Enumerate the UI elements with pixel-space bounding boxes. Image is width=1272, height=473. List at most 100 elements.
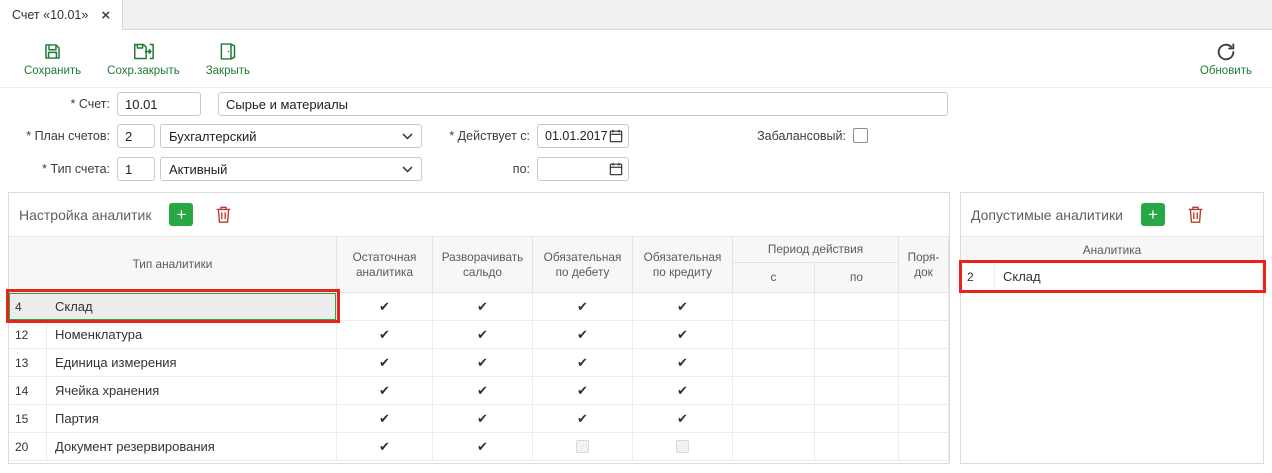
check-icon: ✔ [477,411,488,427]
checkbox-checked[interactable]: ✔ [633,405,733,432]
analytics-row[interactable]: 12Номенклатура✔✔✔✔ [9,321,949,349]
checkbox-checked[interactable]: ✔ [337,293,433,320]
checkbox-checked[interactable]: ✔ [337,433,433,460]
analytics-panel-header: Настройка аналитик + [9,193,949,237]
column-header-period-to[interactable]: по [815,263,899,293]
valid-from-input[interactable]: 01.01.2017 [537,124,629,148]
delete-analytic-button[interactable] [215,205,232,224]
checkbox-checked[interactable]: ✔ [433,349,533,376]
check-icon: ✔ [577,411,588,427]
check-icon: ✔ [477,355,488,371]
checkbox-checked[interactable]: ✔ [337,349,433,376]
row-id: 4 [9,293,47,320]
refresh-button[interactable]: Обновить [1200,41,1252,77]
order-cell [899,293,949,320]
checkbox-checked[interactable]: ✔ [433,293,533,320]
delete-allowed-button[interactable] [1187,205,1204,224]
checkbox-checked[interactable]: ✔ [433,321,533,348]
tab-close-icon[interactable]: × [101,8,110,23]
allowed-table-body: 2Склад [961,263,1263,291]
column-header-type[interactable]: Тип аналитики [9,237,337,293]
order-cell [899,377,949,404]
column-header-order[interactable]: Поря-док [899,237,949,293]
checkbox-checked[interactable]: ✔ [533,405,633,432]
checkbox-checked[interactable]: ✔ [433,433,533,460]
chart-select[interactable]: Бухгалтерский [160,124,422,148]
type-select-value: Активный [169,162,227,177]
valid-to-label: по: [430,157,530,181]
calendar-icon[interactable] [609,129,623,143]
column-header-period[interactable]: Период действия [733,237,899,263]
analytics-row[interactable]: 13Единица измерения✔✔✔✔ [9,349,949,377]
period-to-cell [815,405,899,432]
empty-checkbox [576,440,589,453]
chevron-down-icon [402,133,413,140]
analytics-row[interactable]: 14Ячейка хранения✔✔✔✔ [9,377,949,405]
analytics-row[interactable]: 15Партия✔✔✔✔ [9,405,949,433]
plus-icon: + [1148,206,1158,223]
period-to-cell [815,433,899,460]
save-icon [42,41,63,63]
column-header-residual[interactable]: Остаточная аналитика [337,237,433,293]
close-button[interactable]: Закрыть [206,41,250,77]
allowed-analytics-panel: Допустимые аналитики + Аналитика 2Склад [960,192,1264,464]
chart-code-input[interactable] [117,124,155,148]
add-analytic-button[interactable]: + [169,203,193,226]
checkbox-unchecked[interactable] [633,433,733,460]
check-icon: ✔ [379,383,390,399]
checkbox-checked[interactable]: ✔ [533,349,633,376]
analytics-panel-title: Настройка аналитик [19,207,151,223]
allowed-panel-header: Допустимые аналитики + [961,193,1263,237]
check-icon: ✔ [677,355,688,371]
check-icon: ✔ [477,327,488,343]
tab-account[interactable]: Счет «10.01» × [0,0,123,30]
checkbox-checked[interactable]: ✔ [337,405,433,432]
checkbox-checked[interactable]: ✔ [633,349,733,376]
row-id: 2 [961,263,995,290]
add-allowed-button[interactable]: + [1141,203,1165,226]
account-type-label: * Тип счета: [0,157,110,181]
account-label: * Счет: [0,92,110,116]
save-button[interactable]: Сохранить [24,41,81,77]
column-header-analytic[interactable]: Аналитика [1083,243,1141,257]
checkbox-checked[interactable]: ✔ [633,321,733,348]
check-icon: ✔ [477,299,488,315]
column-header-expand[interactable]: Разворачивать сальдо [433,237,533,293]
offbalance-checkbox[interactable] [853,128,868,143]
column-header-period-from[interactable]: с [733,263,815,293]
refresh-label: Обновить [1200,65,1252,77]
checkbox-checked[interactable]: ✔ [337,321,433,348]
check-icon: ✔ [677,383,688,399]
trash-icon [1187,205,1204,224]
period-from-cell [733,377,815,404]
valid-to-input[interactable] [537,157,629,181]
period-from-cell [733,349,815,376]
analytic-type-name: Документ резервирования [47,433,337,460]
calendar-icon[interactable] [609,162,623,176]
checkbox-checked[interactable]: ✔ [633,377,733,404]
checkbox-checked[interactable]: ✔ [433,377,533,404]
analytics-table-body: 4Склад✔✔✔✔12Номенклатура✔✔✔✔13Единица из… [9,293,949,461]
chevron-down-icon [402,166,413,173]
column-header-required-credit[interactable]: Обязательная по кредиту [633,237,733,293]
chart-of-accounts-label: * План счетов: [0,124,110,148]
checkbox-checked[interactable]: ✔ [533,293,633,320]
column-header-required-debit[interactable]: Обязательная по дебету [533,237,633,293]
type-code-input[interactable] [117,157,155,181]
allowed-row[interactable]: 2Склад [961,263,1263,291]
type-select[interactable]: Активный [160,157,422,181]
checkbox-unchecked[interactable] [533,433,633,460]
checkbox-checked[interactable]: ✔ [337,377,433,404]
account-name-input[interactable] [218,92,948,116]
order-cell [899,433,949,460]
analytics-row[interactable]: 4Склад✔✔✔✔ [9,293,949,321]
checkbox-checked[interactable]: ✔ [533,321,633,348]
valid-from-label: * Действует с: [430,124,530,148]
checkbox-checked[interactable]: ✔ [433,405,533,432]
save-close-icon [132,41,155,63]
checkbox-checked[interactable]: ✔ [533,377,633,404]
analytics-row[interactable]: 20Документ резервирования✔✔ [9,433,949,461]
save-close-button[interactable]: Сохр.закрыть [107,41,180,77]
account-code-input[interactable] [117,92,201,116]
checkbox-checked[interactable]: ✔ [633,293,733,320]
